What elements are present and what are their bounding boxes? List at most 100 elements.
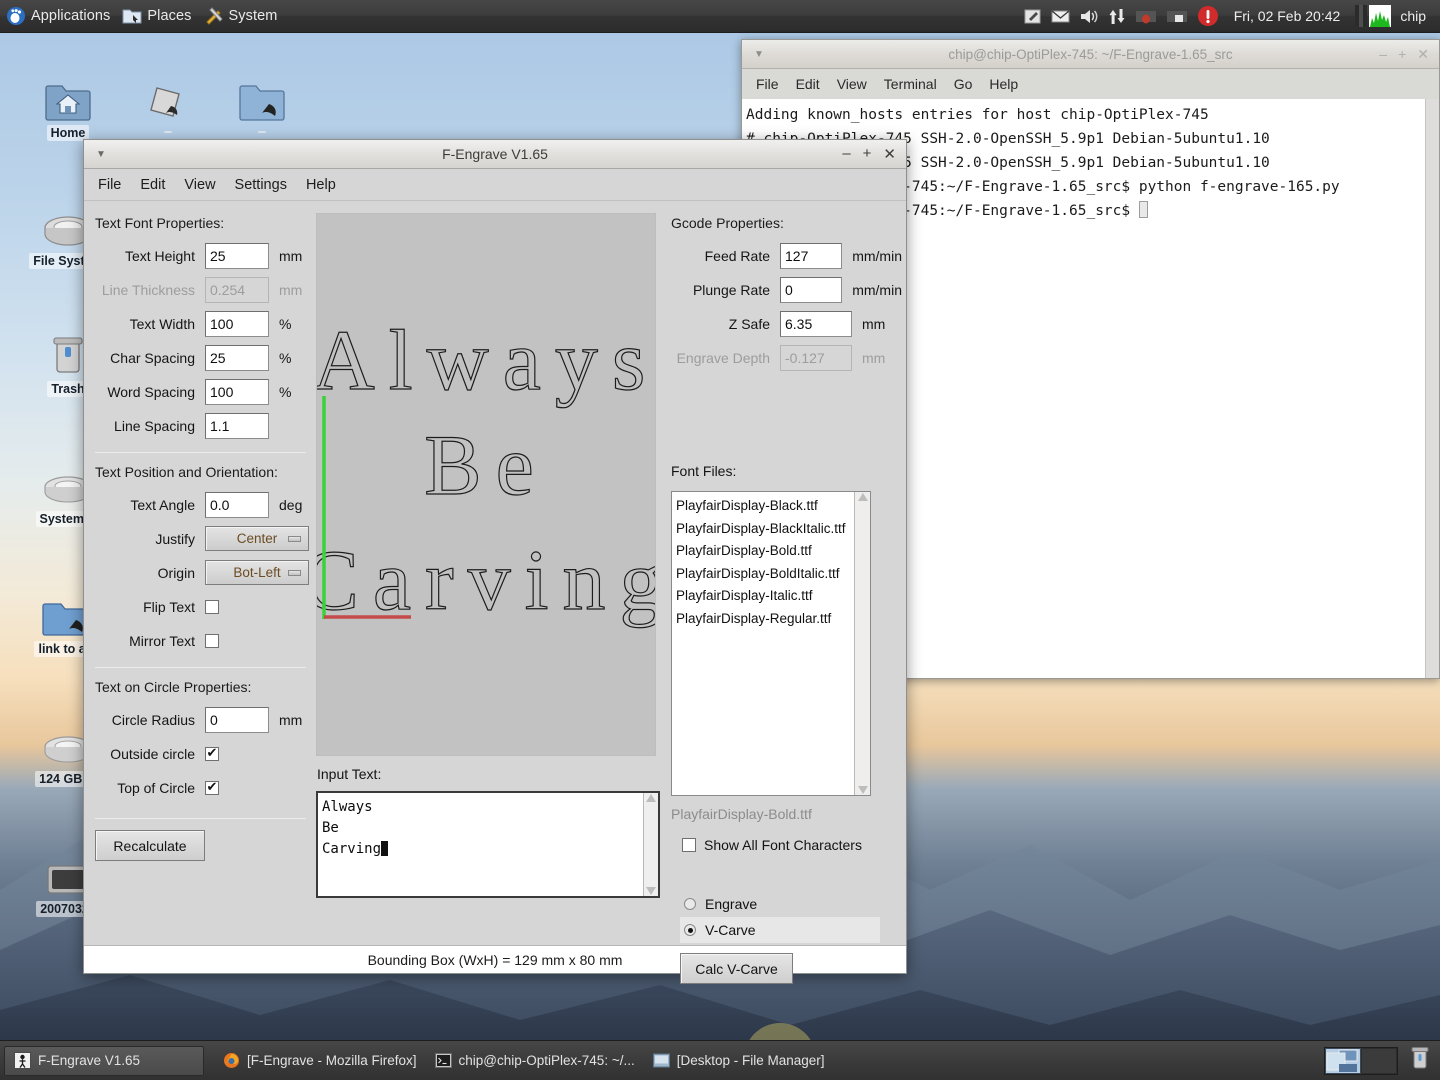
places-menu[interactable]: Places [116,0,197,32]
taskbar-item-terminal[interactable]: chip@chip-OptiPlex-745: ~/... [426,1046,644,1076]
circle-radius-input[interactable]: 0 [205,706,269,733]
taskbar-item-firefox[interactable]: [F-Engrave - Mozilla Firefox] [214,1046,426,1076]
mail-icon[interactable] [1051,7,1070,26]
system-menu[interactable]: System [198,0,284,32]
fengrave-maximize-button[interactable]: + [863,145,872,163]
font-list-item[interactable]: PlayfairDisplay-Black.ttf [674,495,854,518]
workspace-switcher[interactable] [1324,1046,1398,1075]
flip-text-checkbox[interactable] [205,599,219,614]
taskbar-item-filemanager[interactable]: [Desktop - File Manager] [644,1046,834,1076]
battery-white-icon[interactable] [1166,7,1188,26]
divider [95,818,306,819]
field-unit: mm [862,349,886,366]
fengrave-titlebar[interactable]: ▼ F-Engrave V1.65 – + ✕ [84,140,906,169]
terminal-scrollbar[interactable] [1425,99,1439,678]
feed-rate-input[interactable]: 127 [780,242,843,269]
font-list-item[interactable]: PlayfairDisplay-BoldItalic.ttf [674,563,854,586]
scroll-down-arrow-icon[interactable] [857,786,868,794]
workspace-1[interactable] [1325,1047,1361,1074]
engrave-radio-row[interactable]: Engrave [680,891,880,917]
cpu-graph-icon[interactable] [1355,5,1392,27]
z-safe-input[interactable]: 6.35 [780,310,852,337]
show-all-font-characters-checkbox[interactable] [682,838,696,852]
word-spacing-input[interactable]: 100 [205,378,269,405]
desktop-icon-unknown-1[interactable] [122,72,214,136]
mirror-text-checkbox[interactable] [205,633,219,648]
terminal-menu-view[interactable]: View [837,76,867,92]
scroll-up-arrow-icon[interactable] [646,794,656,802]
justify-dropdown[interactable]: Center [205,526,309,551]
scroll-up-arrow-icon[interactable] [857,493,868,501]
network-updown-icon[interactable] [1108,7,1126,26]
text-position-title: Text Position and Orientation: [95,464,278,480]
field-label: Z Safe [728,315,770,332]
terminal-menu-file[interactable]: File [756,76,779,92]
engrave-preview-canvas[interactable]: Always Be Carving [316,213,656,756]
outside-circle-checkbox[interactable]: ✔ [205,746,219,761]
field-label: Mirror Text [129,632,195,649]
text-angle-input[interactable]: 0.0 [205,491,269,518]
terminal-icon [434,1052,452,1069]
menu-help[interactable]: Help [306,177,336,193]
menu-settings[interactable]: Settings [235,177,287,193]
terminal-menu-go[interactable]: Go [954,76,973,92]
taskbar-item-fengrave[interactable]: F-Engrave V1.65 [4,1045,204,1076]
font-list-scrollbar[interactable] [854,492,870,795]
user-label[interactable]: chip [1400,8,1430,24]
terminal-menu-edit[interactable]: Edit [796,76,820,92]
note-edit-icon[interactable] [1023,7,1042,26]
font-list-item[interactable]: PlayfairDisplay-Italic.ttf [674,585,854,608]
bounding-box-status: Bounding Box (WxH) = 129 mm x 80 mm [367,951,623,968]
chevron-down-icon [288,569,301,576]
font-list-item[interactable]: PlayfairDisplay-Regular.ttf [674,608,854,631]
font-files-listbox[interactable]: PlayfairDisplay-Black.ttf PlayfairDispla… [671,491,871,796]
terminal-menu-help[interactable]: Help [989,76,1018,92]
origin-dropdown[interactable]: Bot-Left [205,560,309,585]
applications-menu[interactable]: Applications [0,0,116,32]
fengrave-close-button[interactable]: ✕ [883,145,896,163]
taskbar-trash-icon[interactable] [1404,1045,1440,1076]
text-height-input[interactable]: 25 [205,242,269,269]
scroll-down-arrow-icon[interactable] [646,887,656,895]
field-label: Origin [157,564,195,581]
terminal-maximize-button[interactable]: + [1398,46,1406,63]
terminal-close-button[interactable]: ✕ [1417,46,1429,63]
fengrave-window[interactable]: ▼ F-Engrave V1.65 – + ✕ File Edit View S… [83,139,907,1080]
top-of-circle-checkbox[interactable]: ✔ [205,780,219,795]
alert-icon[interactable] [1197,5,1219,27]
volume-icon[interactable] [1079,7,1099,26]
show-all-font-characters-row[interactable]: Show All Font Characters [682,837,862,853]
menu-view[interactable]: View [184,177,215,193]
field-label: Plunge Rate [692,281,770,298]
field-unit: % [279,315,292,332]
text-width-input[interactable]: 100 [205,310,269,337]
terminal-minimize-button[interactable]: – [1379,46,1387,63]
calc-vcarve-button[interactable]: Calc V-Carve [680,953,793,984]
fengrave-minimize-button[interactable]: – [842,145,850,163]
plunge-rate-input[interactable]: 0 [780,276,843,303]
battery-red-icon[interactable] [1135,7,1157,26]
vcarve-radio[interactable] [684,924,696,936]
recalculate-button[interactable]: Recalculate [95,830,205,861]
menu-edit[interactable]: Edit [140,177,165,193]
font-list-item[interactable]: PlayfairDisplay-BlackItalic.ttf [674,518,854,541]
taskbar-item-label: [F-Engrave - Mozilla Firefox] [247,1053,417,1068]
terminal-menu-terminal[interactable]: Terminal [884,76,937,92]
clock[interactable]: Fri, 02 Feb 20:42 [1228,8,1347,24]
input-text-scrollbar[interactable] [643,793,658,896]
font-list-item[interactable]: PlayfairDisplay-Bold.ttf [674,540,854,563]
line-spacing-input[interactable]: 1.1 [205,412,269,439]
terminal-cursor [1138,201,1148,218]
input-text-area[interactable]: Always Be Carving [316,791,660,898]
menu-file[interactable]: File [98,177,121,193]
workspace-2[interactable] [1361,1048,1397,1074]
field-unit: mm [279,247,303,264]
terminal-titlebar[interactable]: ▼ chip@chip-OptiPlex-745: ~/F-Engrave-1.… [742,40,1439,69]
char-spacing-input[interactable]: 25 [205,344,269,371]
desktop-icon-unknown-2[interactable] [216,72,308,136]
field-label: Feed Rate [704,247,770,264]
engrave-radio[interactable] [684,898,696,910]
field-unit: mm [862,315,886,332]
desktop-icon-home[interactable]: Home [22,72,114,144]
vcarve-radio-row[interactable]: V-Carve [680,917,880,943]
